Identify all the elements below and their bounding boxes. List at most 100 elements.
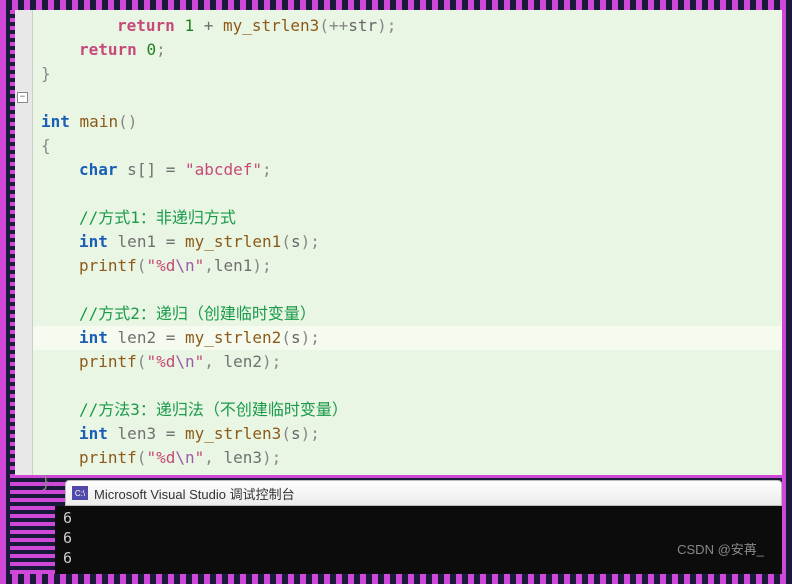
code-token: my_strlen3 bbox=[223, 16, 319, 35]
code-line[interactable]: return 0; bbox=[33, 38, 782, 62]
code-token: //方式2：递归（创建临时变量） bbox=[79, 304, 316, 323]
code-token: () bbox=[118, 112, 137, 131]
code-token: my_strlen2 bbox=[185, 328, 281, 347]
code-token: len2 bbox=[118, 328, 157, 347]
code-line[interactable]: //方式2：递归（创建临时变量） bbox=[33, 302, 782, 326]
code-token: len1 bbox=[118, 232, 157, 251]
code-token: len2 bbox=[224, 352, 263, 371]
code-token: ( bbox=[281, 424, 291, 443]
code-token: ; bbox=[156, 40, 166, 59]
code-token: s bbox=[291, 232, 301, 251]
code-token bbox=[108, 424, 118, 443]
code-token: "%d bbox=[146, 448, 175, 467]
code-token: my_strlen1 bbox=[185, 232, 281, 251]
code-token: \n bbox=[175, 256, 194, 275]
code-token: //方式1：非递归方式 bbox=[79, 208, 236, 227]
code-token: my_strlen3 bbox=[185, 424, 281, 443]
code-token: , bbox=[204, 352, 223, 371]
code-line[interactable]: //方法3：递归法（不创建临时变量） bbox=[33, 398, 782, 422]
code-token: \n bbox=[175, 352, 194, 371]
code-token: s bbox=[291, 328, 301, 347]
code-token: ); bbox=[377, 16, 396, 35]
console-titlebar[interactable]: C:\ Microsoft Visual Studio 调试控制台 bbox=[65, 480, 782, 506]
code-token: printf bbox=[79, 256, 137, 275]
code-token: main bbox=[80, 112, 119, 131]
code-token bbox=[137, 40, 147, 59]
code-token: + bbox=[194, 16, 223, 35]
code-token bbox=[118, 160, 128, 179]
watermark-text: CSDN @安苒_ bbox=[677, 539, 764, 558]
code-line[interactable]: } bbox=[33, 62, 782, 86]
code-token: len3 bbox=[118, 424, 157, 443]
code-token: ); bbox=[262, 448, 281, 467]
code-token: \n bbox=[175, 448, 194, 467]
code-token: = bbox=[156, 328, 185, 347]
code-line[interactable]: int len2 = my_strlen2(s); bbox=[33, 326, 782, 350]
code-token: } bbox=[41, 472, 51, 491]
code-token: "%d bbox=[146, 256, 175, 275]
code-token: 0 bbox=[146, 40, 156, 59]
code-token: printf bbox=[79, 352, 137, 371]
code-token: len1 bbox=[214, 256, 253, 275]
code-token bbox=[108, 328, 118, 347]
code-token: = bbox=[156, 424, 185, 443]
code-token: " bbox=[195, 448, 205, 467]
code-line[interactable]: int len1 = my_strlen1(s); bbox=[33, 230, 782, 254]
code-token: ( bbox=[281, 232, 291, 251]
code-token: //方法3：递归法（不创建临时变量） bbox=[79, 400, 348, 419]
code-line[interactable]: printf("%d\n", len3); bbox=[33, 446, 782, 470]
code-token: (++ bbox=[319, 16, 348, 35]
code-editor[interactable]: − return 1 + my_strlen3(++str);return 0;… bbox=[15, 10, 782, 475]
code-line[interactable]: return 1 + my_strlen3(++str); bbox=[33, 14, 782, 38]
code-token: s bbox=[291, 424, 301, 443]
code-token: , bbox=[204, 256, 214, 275]
code-token: str bbox=[348, 16, 377, 35]
code-token: char bbox=[79, 160, 118, 179]
code-line[interactable] bbox=[33, 374, 782, 398]
code-token: "abcdef" bbox=[185, 160, 262, 179]
code-token: ( bbox=[137, 352, 147, 371]
code-token: s bbox=[127, 160, 137, 179]
code-token: ); bbox=[301, 328, 320, 347]
code-token bbox=[108, 232, 118, 251]
code-line[interactable] bbox=[33, 182, 782, 206]
code-token: " bbox=[195, 256, 205, 275]
console-app-icon: C:\ bbox=[72, 486, 88, 500]
code-token: int bbox=[41, 112, 70, 131]
code-token bbox=[175, 16, 185, 35]
code-token: int bbox=[79, 328, 108, 347]
code-token: , bbox=[204, 448, 223, 467]
code-line[interactable] bbox=[33, 86, 782, 110]
fold-toggle-icon[interactable]: − bbox=[17, 92, 28, 103]
code-token: int bbox=[79, 424, 108, 443]
console-title: Microsoft Visual Studio 调试控制台 bbox=[94, 484, 295, 503]
code-token: ); bbox=[262, 352, 281, 371]
code-token: { bbox=[41, 136, 51, 155]
code-token: } bbox=[41, 64, 51, 83]
code-token: return bbox=[117, 16, 175, 35]
code-line[interactable]: printf("%d\n",len1); bbox=[33, 254, 782, 278]
code-line[interactable]: //方式1：非递归方式 bbox=[33, 206, 782, 230]
editor-gutter: − bbox=[15, 10, 33, 475]
code-token: = bbox=[156, 232, 185, 251]
code-line[interactable]: char s[] = "abcdef"; bbox=[33, 158, 782, 182]
code-token: int bbox=[79, 232, 108, 251]
code-line[interactable]: int main() bbox=[33, 110, 782, 134]
code-line[interactable] bbox=[33, 278, 782, 302]
code-token: " bbox=[195, 352, 205, 371]
code-token: ); bbox=[301, 232, 320, 251]
code-token: ( bbox=[137, 256, 147, 275]
code-token: ; bbox=[262, 160, 272, 179]
code-token: 1 bbox=[184, 16, 194, 35]
console-output[interactable]: 6 6 6 bbox=[55, 506, 782, 574]
code-line[interactable]: int len3 = my_strlen3(s); bbox=[33, 422, 782, 446]
code-token: ); bbox=[301, 424, 320, 443]
code-token bbox=[70, 112, 80, 131]
code-line[interactable]: printf("%d\n", len2); bbox=[33, 350, 782, 374]
code-token: return bbox=[79, 40, 137, 59]
code-token: len3 bbox=[224, 448, 263, 467]
code-token: printf bbox=[79, 448, 137, 467]
code-token: [] = bbox=[137, 160, 185, 179]
code-token: ( bbox=[137, 448, 147, 467]
code-line[interactable]: { bbox=[33, 134, 782, 158]
